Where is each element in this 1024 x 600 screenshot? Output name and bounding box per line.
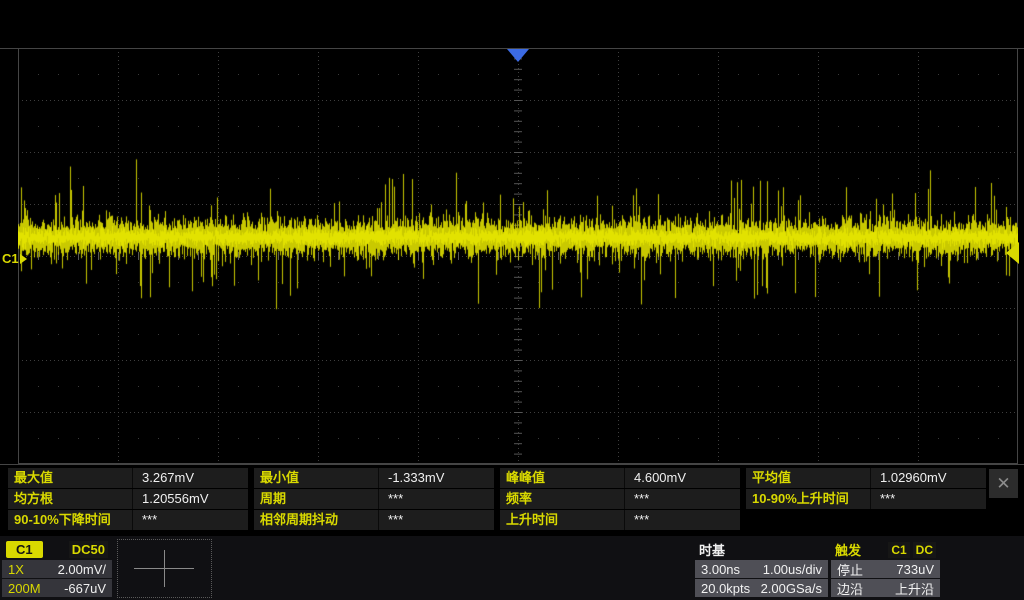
measurement-label: 峰峰值 xyxy=(500,468,625,488)
measurement-value: *** xyxy=(379,489,494,509)
channel-coupling: DC50 xyxy=(69,541,108,558)
channel-scale: 2.00mV/ xyxy=(58,562,106,577)
measurement-label: 上升时间 xyxy=(500,510,625,530)
channel-row-offset: 200M -667uV xyxy=(2,579,112,597)
measurement-cell-jitter[interactable]: 相邻周期抖动 *** xyxy=(254,510,494,530)
measurement-cell-rms[interactable]: 均方根 1.20556mV xyxy=(8,489,248,509)
measurement-cell-rise1090[interactable]: 10-90%上升时间 *** xyxy=(746,489,986,509)
channel-c1-descriptor[interactable]: C1 DC50 1X 2.00mV/ 200M -667uV xyxy=(2,540,112,597)
add-channel-placeholder[interactable] xyxy=(117,539,212,598)
measurement-cell-empty xyxy=(746,510,986,530)
measurement-cell-frequency[interactable]: 频率 *** xyxy=(500,489,740,509)
measurement-label: 10-90%上升时间 xyxy=(746,489,871,509)
channel-offset: -667uV xyxy=(64,581,106,596)
crosshair-icon xyxy=(164,550,165,587)
timebase-scale: 1.00us/div xyxy=(763,562,822,577)
timebase-row-scale: 3.00ns 1.00us/div xyxy=(695,560,828,578)
channel-bandwidth: 200M xyxy=(8,581,41,596)
channel-probe: 1X xyxy=(8,562,24,577)
trigger-position-marker-icon[interactable] xyxy=(507,49,529,62)
measurement-label: 频率 xyxy=(500,489,625,509)
status-bar: C1 DC50 1X 2.00mV/ 200M -667uV 时基 3.00ns… xyxy=(0,536,1024,600)
timebase-rate: 2.00GSa/s xyxy=(761,581,822,596)
trigger-level: 733uV xyxy=(896,562,934,577)
measurement-label: 周期 xyxy=(254,489,379,509)
trigger-row-status: 停止 733uV xyxy=(831,560,940,578)
channel-c1-offset-marker[interactable]: C1 xyxy=(2,251,27,266)
measurement-cell-pkpk[interactable]: 峰峰值 4.600mV xyxy=(500,468,740,488)
measurement-label: 相邻周期抖动 xyxy=(254,510,379,530)
trigger-mode: 边沿 xyxy=(837,579,863,598)
trigger-level-marker-icon[interactable] xyxy=(1006,242,1019,264)
measurement-cell-mean[interactable]: 平均值 1.02960mV xyxy=(746,468,986,488)
measurement-cell-min[interactable]: 最小值 -1.333mV xyxy=(254,468,494,488)
measurement-value: 3.267mV xyxy=(133,468,248,488)
channel-badge: C1 xyxy=(6,541,43,558)
waveform-trace-c1 xyxy=(18,48,1018,464)
measurement-label: 均方根 xyxy=(8,489,133,509)
measurement-value: *** xyxy=(871,489,986,509)
measurement-value: *** xyxy=(625,489,740,509)
trigger-slope: 上升沿 xyxy=(895,579,934,598)
trigger-status: 停止 xyxy=(837,560,863,579)
trigger-badges: C1 DC xyxy=(888,542,936,558)
measurement-value: -1.333mV xyxy=(379,468,494,488)
waveform-display[interactable] xyxy=(18,48,1018,464)
measurement-value: *** xyxy=(625,510,740,530)
right-arrow-icon xyxy=(20,254,27,264)
close-measurements-button[interactable]: ✕ xyxy=(989,469,1018,498)
measurement-value: 4.600mV xyxy=(625,468,740,488)
measurement-value: 1.02960mV xyxy=(871,468,986,488)
channel-row-scale: 1X 2.00mV/ xyxy=(2,560,112,578)
measurement-cell-fall9010[interactable]: 90-10%下降时间 *** xyxy=(8,510,248,530)
channel-header: C1 DC50 xyxy=(2,540,112,559)
grid-bottom-border xyxy=(0,464,1024,465)
timebase-points: 20.0kpts xyxy=(701,581,750,596)
measurement-label: 平均值 xyxy=(746,468,871,488)
measurement-label: 最小值 xyxy=(254,468,379,488)
trigger-source-badge: C1 xyxy=(888,542,909,558)
measurement-value: *** xyxy=(379,510,494,530)
measurement-cell-risetime[interactable]: 上升时间 *** xyxy=(500,510,740,530)
timebase-descriptor[interactable]: 时基 3.00ns 1.00us/div 20.0kpts 2.00GSa/s xyxy=(695,540,828,597)
trigger-header: 触发 C1 DC xyxy=(831,540,940,559)
trigger-coupling-badge: DC xyxy=(913,542,936,558)
measurement-cell-max[interactable]: 最大值 3.267mV xyxy=(8,468,248,488)
measurement-value: 1.20556mV xyxy=(133,489,248,509)
trigger-row-mode: 边沿 上升沿 xyxy=(831,579,940,597)
measurement-value: *** xyxy=(133,510,248,530)
close-icon: ✕ xyxy=(996,474,1010,493)
timebase-header: 时基 xyxy=(695,540,828,559)
channel-marker-label: C1 xyxy=(2,251,19,266)
trigger-descriptor[interactable]: 触发 C1 DC 停止 733uV 边沿 上升沿 xyxy=(831,540,940,597)
timebase-delay: 3.00ns xyxy=(701,562,740,577)
oscilloscope-screen: C1 最大值 3.267mV 最小值 -1.333mV 峰峰值 4.600mV … xyxy=(0,0,1024,600)
measurement-table: 最大值 3.267mV 最小值 -1.333mV 峰峰值 4.600mV 平均值… xyxy=(8,468,986,530)
measurement-label: 最大值 xyxy=(8,468,133,488)
measurement-cell-period[interactable]: 周期 *** xyxy=(254,489,494,509)
timebase-title: 时基 xyxy=(699,540,725,559)
trigger-title: 触发 xyxy=(835,540,861,559)
measurement-label: 90-10%下降时间 xyxy=(8,510,133,530)
timebase-row-sampling: 20.0kpts 2.00GSa/s xyxy=(695,579,828,597)
